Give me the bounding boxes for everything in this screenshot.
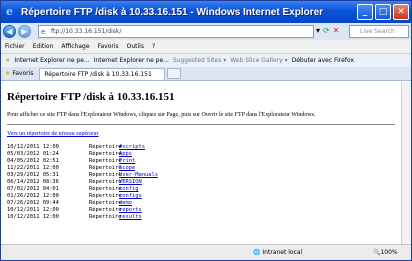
back-button[interactable]: ◀ [3,25,16,38]
favorites-label: Favoris [12,70,34,77]
info-text: Pour afficher ce site FTP dans l'Explora… [7,112,316,118]
entry-link[interactable]: configs [119,193,142,199]
list-item: 06/14/2012 08:36 RépertoireVERSION [7,179,395,186]
parent-directory-link[interactable]: Vers un répertoire de niveau supérieur [7,131,395,137]
tab-ftp[interactable]: Répertoire FTP /disk à 10.33.16.151 [39,67,166,80]
entry-link[interactable]: reports [119,207,142,213]
browser-window: e Répertoire FTP /disk à 10.33.16.151 - … [0,0,412,261]
maximize-button[interactable]: □ [375,4,391,20]
zone-label: Intranet local [262,249,303,256]
vertical-scrollbar[interactable] [401,82,411,244]
link-suggested-sites[interactable]: Suggested Sites ▾ [173,57,226,64]
entry-type: Répertoire [89,158,122,164]
entry-date: 05/03/2012 01:24 [7,151,59,157]
menu-tools[interactable]: Outils [127,43,144,50]
list-item: 10/12/2011 12:00 Répertoireresults [7,214,395,221]
link-ie-1[interactable]: Internet Explorer ne pe... [14,57,89,64]
refresh-icon[interactable]: ⟳ [323,25,330,37]
favorites-button[interactable]: ★ Favoris [5,70,33,77]
entry-link[interactable]: User-Manuals [119,172,158,178]
page-content: Répertoire FTP /disk à 10.33.16.151 Pour… [1,82,401,244]
directory-listing: 10/12/2011 12:00 Répertoire#scripts 05/03/… [7,144,395,221]
favorites-star-icon[interactable]: ★ [5,57,10,64]
address-value: ftp://10.33.16.151/disk/ [51,28,122,35]
entry-type: Répertoire [89,165,122,171]
link-web-slice[interactable]: Web Slice Gallery ▾ [230,57,287,64]
menu-edit[interactable]: Edition [33,43,54,50]
link-firefox[interactable]: Débuter avec Firefox [292,57,354,64]
stop-icon[interactable]: ✕ [333,25,340,37]
search-input[interactable]: Live Search [349,25,409,38]
entry-type: Répertoire [89,179,122,185]
entry-date: 10/12/2011 12:00 [7,214,59,220]
entry-date: 11/22/2011 12:00 [7,165,59,171]
favorites-bar: ★ Internet Explorer ne pe... Internet Ex… [1,53,411,67]
entry-type: Répertoire [89,172,122,178]
entry-type: Répertoire [89,193,122,199]
list-item: 10/12/2011 12:00 Répertoirereports [7,207,395,214]
entry-link[interactable]: results [119,214,142,220]
entry-type: Répertoire [89,186,122,192]
entry-date: 07/02/2012 04:01 [7,186,59,192]
list-item: 07/02/2012 04:01 Répertoireconfig [7,186,395,193]
list-item: 11/22/2011 12:00 RépertoireScope [7,165,395,172]
entry-link[interactable]: #scripts [119,144,145,150]
entry-link[interactable]: demo [119,200,132,206]
close-button[interactable]: ✕ [393,4,409,20]
list-item: 05/03/2012 01:24 RépertoireApps [7,151,395,158]
title-bar: e Répertoire FTP /disk à 10.33.16.151 - … [1,1,411,23]
divider [7,124,395,125]
security-zone: 🌐 Intranet local [253,249,302,256]
status-bar: 🌐 Intranet local 🔍100% [1,244,411,260]
entry-date: 04/05/2012 02:51 [7,158,59,164]
menu-view[interactable]: Affichage [61,43,89,50]
entry-type: Répertoire [89,144,122,150]
menu-bar: Fichier Edition Affichage Favoris Outils… [1,40,411,53]
entry-date: 07/26/2012 09:44 [7,200,59,206]
zoom-value: 100% [380,249,398,256]
window-title: Répertoire FTP /disk à 10.33.16.151 - Wi… [21,6,324,18]
entry-link[interactable]: Print [119,158,135,164]
address-bar[interactable]: e ftp://10.33.16.151/disk/ [38,25,314,38]
entry-type: Répertoire [89,214,122,220]
page-icon: e [41,28,46,36]
page-title: Répertoire FTP /disk à 10.33.16.151 [7,91,175,103]
link-ie-2[interactable]: Internet Explorer ne pe... [94,57,169,64]
entry-date: 03/29/2012 05:31 [7,172,59,178]
entry-type: Répertoire [89,200,122,206]
zoom-level[interactable]: 🔍100% [373,249,398,256]
entry-date: 01/26/2012 12:00 [7,193,59,199]
menu-help[interactable]: ? [152,43,155,50]
list-item: 04/05/2012 02:51 RépertoirePrint [7,158,395,165]
globe-icon: 🌐 [253,249,261,256]
list-item: 10/12/2011 12:00 Répertoire#scripts [7,144,395,151]
entry-link[interactable]: VERSION [119,179,142,185]
star-icon: ★ [5,70,11,77]
dropdown-icon[interactable]: ▾ [316,25,320,37]
entry-link[interactable]: Apps [119,151,132,157]
list-item: 07/26/2012 09:44 Répertoiredemo [7,200,395,207]
entry-link[interactable]: Scope [119,165,135,171]
minimize-button[interactable]: _ [357,4,373,20]
menu-favorites[interactable]: Favoris [98,43,119,50]
forward-button[interactable]: ▶ [18,25,31,38]
list-item: 03/29/2012 05:31 RépertoireUser-Manuals [7,172,395,179]
menu-file[interactable]: Fichier [5,43,25,50]
tab-bar: ★ Favoris Répertoire FTP /disk à 10.33.1… [1,67,411,81]
navigation-bar: ◀ ▶ e ftp://10.33.16.151/disk/ ▾ ⟳ ✕ Liv… [1,23,411,40]
new-tab-button[interactable] [167,68,182,79]
entry-date: 10/12/2011 12:00 [7,144,59,150]
entry-type: Répertoire [89,151,122,157]
entry-date: 06/14/2012 08:36 [7,179,59,185]
entry-type: Répertoire [89,207,122,213]
entry-link[interactable]: config [119,186,138,192]
tab-title: Répertoire FTP /disk à 10.33.16.151 [44,70,152,78]
entry-date: 10/12/2011 12:00 [7,207,59,213]
list-item: 01/26/2012 12:00 Répertoireconfigs [7,193,395,200]
ie-logo-icon: e [6,5,13,18]
